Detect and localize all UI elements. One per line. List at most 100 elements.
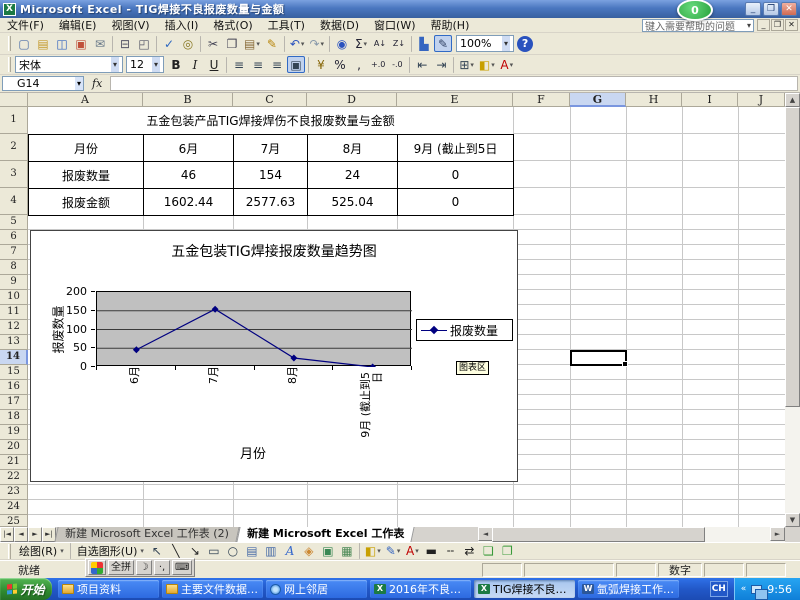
row-header[interactable]: 3	[0, 161, 28, 188]
workbook-restore-button[interactable]: ❐	[771, 19, 784, 31]
ime-fullwidth-icon[interactable]: ☽	[136, 560, 152, 575]
align-left-icon[interactable]: ≡	[230, 56, 248, 73]
toolbar-button[interactable]	[226, 57, 227, 73]
line-style-icon[interactable]: ▬	[422, 543, 440, 560]
column-header-f[interactable]: F	[513, 93, 570, 107]
sheet-tab[interactable]: 新建 Microsoft Excel 工作表 (2)	[54, 527, 239, 542]
chevron-down-icon[interactable]: ▾	[75, 77, 83, 90]
dash-style-icon[interactable]: ╌	[441, 543, 459, 560]
align-right-icon[interactable]: ≡	[268, 56, 286, 73]
chevron-down-icon[interactable]: ▾	[111, 57, 119, 72]
new-icon[interactable]: ▢	[15, 35, 33, 52]
arrow-style-icon[interactable]: ⇄	[460, 543, 478, 560]
toolbar-button[interactable]	[308, 57, 309, 73]
row-header[interactable]: 2	[0, 134, 28, 161]
row-header[interactable]: 11	[0, 305, 28, 320]
underline-button[interactable]: U	[205, 56, 223, 73]
row-header[interactable]: 23	[0, 485, 28, 500]
toolbar-button[interactable]	[411, 36, 412, 52]
line-color-icon[interactable]: ✎	[384, 543, 403, 560]
row-header[interactable]: 4	[0, 188, 28, 215]
increase-indent-icon[interactable]: ⇥	[432, 56, 450, 73]
toolbar-button[interactable]	[112, 36, 113, 52]
sort-descending-icon[interactable]: Z↓	[390, 35, 408, 52]
row-header[interactable]: 5	[0, 215, 28, 230]
toolbar-button[interactable]	[409, 57, 410, 73]
ime-punctuation-icon[interactable]: ·,	[154, 560, 170, 575]
taskbar-item-tig-report[interactable]: TIG焊接不良报废...	[474, 580, 575, 598]
table-cell[interactable]: 1602.44	[144, 189, 234, 216]
chevron-down-icon[interactable]: ▾	[502, 36, 510, 51]
sheet-tab[interactable]: 新建 Microsoft Excel 工作表	[236, 527, 414, 542]
row-header[interactable]: 10	[0, 290, 28, 305]
toolbar-button[interactable]	[284, 36, 285, 52]
column-header-e[interactable]: E	[397, 93, 513, 107]
toolbar-button[interactable]	[200, 36, 201, 52]
fx-icon[interactable]: fx	[84, 77, 110, 90]
format-painter-icon[interactable]: ✎	[263, 35, 281, 52]
language-indicator[interactable]: CH	[710, 581, 728, 597]
horizontal-scroll-thumb[interactable]	[492, 527, 705, 542]
paste-icon[interactable]: ▤	[242, 35, 262, 52]
help-button[interactable]: ?	[517, 36, 533, 52]
restore-button[interactable]: ❐	[763, 2, 779, 16]
table-cell[interactable]: 0	[398, 189, 514, 216]
vertical-textbox-icon[interactable]: ▥	[262, 543, 280, 560]
align-center-icon[interactable]: ≡	[249, 56, 267, 73]
minimize-button[interactable]: _	[745, 2, 761, 16]
name-box[interactable]: G14 ▾	[2, 76, 84, 91]
table-cell[interactable]: 0	[398, 162, 514, 189]
worksheet-grid[interactable]: A B C D E F G H I J 12345678910111213141…	[0, 93, 800, 527]
network-tray-icon[interactable]	[751, 585, 762, 594]
formula-input[interactable]	[110, 76, 798, 91]
oval-icon[interactable]: ○	[224, 543, 242, 560]
workbook-close-button[interactable]: ✕	[785, 19, 798, 31]
column-header-g[interactable]: G	[570, 93, 626, 107]
borders-icon[interactable]: ⊞	[457, 56, 476, 73]
decrease-indent-icon[interactable]: ⇤	[413, 56, 431, 73]
menu-item[interactable]: 格式(O)	[206, 16, 259, 34]
copy-icon[interactable]: ❐	[223, 35, 241, 52]
draw-menu-button[interactable]: 绘图(R)	[15, 543, 68, 559]
menu-item[interactable]: 插入(I)	[158, 16, 206, 34]
open-icon[interactable]: ▤	[34, 35, 52, 52]
percent-icon[interactable]: %	[331, 56, 349, 73]
table-cell[interactable]: 9月 (截止到5日	[398, 135, 514, 162]
column-header-d[interactable]: D	[307, 93, 397, 107]
table-cell[interactable]: 报废数量	[29, 162, 144, 189]
help-question-input[interactable]: 键入需要帮助的问题 ▾	[642, 19, 754, 32]
table-cell[interactable]: 7月	[234, 135, 308, 162]
cut-icon[interactable]: ✂	[204, 35, 222, 52]
redo-icon[interactable]: ↷	[307, 35, 326, 52]
workbook-minimize-button[interactable]: _	[757, 19, 770, 31]
row-header[interactable]: 18	[0, 410, 28, 425]
scroll-down-icon[interactable]: ▼	[785, 513, 800, 527]
row-header[interactable]: 16	[0, 380, 28, 395]
taskbar-item-project-files[interactable]: 项目资料	[58, 580, 159, 598]
font-color-icon[interactable]: A	[498, 56, 516, 73]
merge-center-icon[interactable]: ▣	[287, 56, 305, 73]
toolbar-button[interactable]	[453, 57, 454, 73]
row-header[interactable]: 6	[0, 230, 28, 245]
toolbar-grip[interactable]	[8, 544, 11, 559]
picture-icon[interactable]: ▦	[338, 543, 356, 560]
row-header[interactable]: 8	[0, 260, 28, 275]
decrease-decimal-icon[interactable]: -.0	[388, 56, 406, 73]
comma-icon[interactable]: ,	[350, 56, 368, 73]
chevron-down-icon[interactable]: ▾	[747, 21, 751, 30]
column-header-a[interactable]: A	[28, 93, 143, 107]
menu-item[interactable]: 窗口(W)	[367, 16, 422, 34]
row-header[interactable]: 17	[0, 395, 28, 410]
rectangle-icon[interactable]: ▭	[205, 543, 223, 560]
scroll-left-icon[interactable]: ◄	[478, 527, 493, 541]
row-header[interactable]: 12	[0, 320, 28, 335]
currency-icon[interactable]: ¥	[312, 56, 330, 73]
font-color-icon[interactable]: A	[403, 543, 421, 560]
row-header[interactable]: 7	[0, 245, 28, 260]
menu-item[interactable]: 文件(F)	[0, 16, 51, 34]
wordart-icon[interactable]: A	[281, 543, 299, 560]
row-header[interactable]: 14	[0, 350, 28, 365]
menu-item[interactable]: 视图(V)	[104, 16, 156, 34]
table-cell[interactable]: 2577.63	[234, 189, 308, 216]
vertical-scroll-thumb[interactable]	[785, 107, 800, 407]
